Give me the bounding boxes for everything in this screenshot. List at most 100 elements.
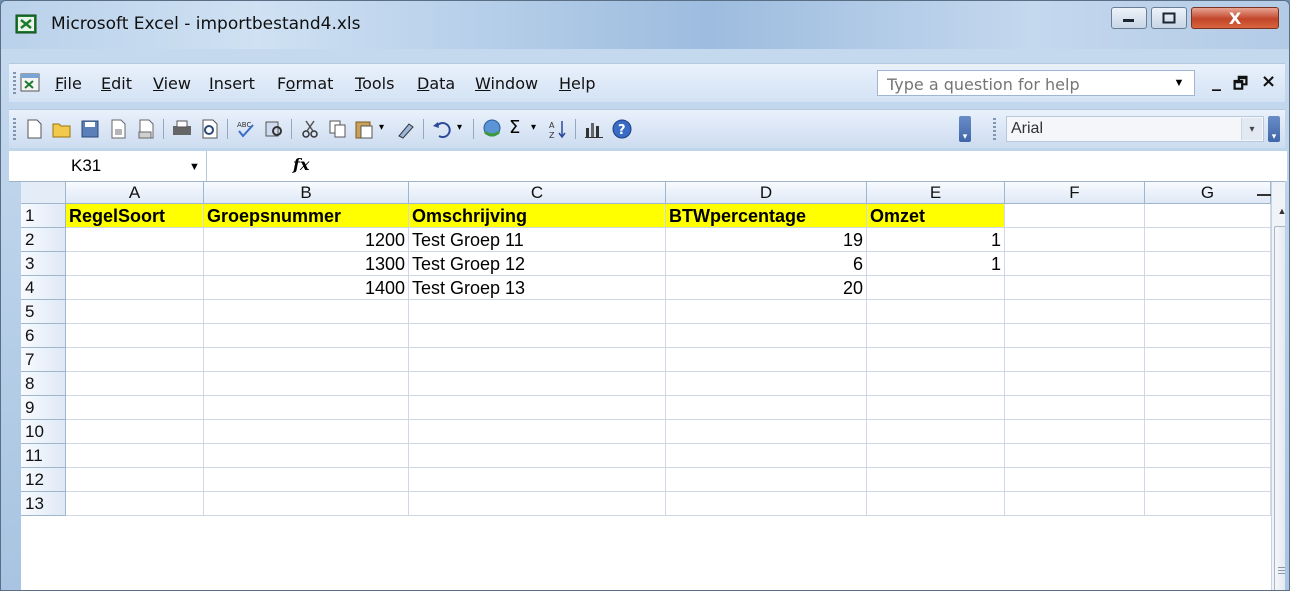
empty-cell[interactable]	[1145, 444, 1271, 468]
column-header-c[interactable]: C	[409, 182, 666, 204]
research-icon[interactable]	[263, 118, 285, 140]
empty-cell[interactable]	[66, 348, 204, 372]
empty-cell[interactable]	[409, 444, 666, 468]
row-header[interactable]: 13	[21, 492, 66, 516]
row-header[interactable]: 12	[21, 468, 66, 492]
empty-cell[interactable]	[204, 396, 409, 420]
menu-file[interactable]: File	[55, 74, 82, 93]
cell-e4[interactable]	[867, 276, 1005, 300]
copy-icon[interactable]	[327, 118, 349, 140]
cell-e2[interactable]: 1	[867, 228, 1005, 252]
menu-view[interactable]: View	[153, 74, 191, 93]
empty-cell[interactable]	[1005, 492, 1145, 516]
menu-data[interactable]: Data	[417, 74, 455, 93]
row-header[interactable]: 3	[21, 252, 66, 276]
empty-cell[interactable]	[1145, 348, 1271, 372]
vertical-scrollbar[interactable]: ▲	[1271, 182, 1285, 590]
cell-b4[interactable]: 1400	[204, 276, 409, 300]
empty-cell[interactable]	[867, 468, 1005, 492]
empty-cell[interactable]	[1005, 204, 1145, 228]
row-header[interactable]: 11	[21, 444, 66, 468]
menu-help[interactable]: Help	[559, 74, 595, 93]
cell-a3[interactable]	[66, 252, 204, 276]
empty-cell[interactable]	[867, 420, 1005, 444]
empty-cell[interactable]	[666, 396, 867, 420]
cell-a2[interactable]	[66, 228, 204, 252]
title-bar[interactable]: Microsoft Excel - importbestand4.xls X	[1, 1, 1289, 49]
workbook-icon[interactable]	[19, 73, 41, 93]
empty-cell[interactable]	[1005, 396, 1145, 420]
empty-cell[interactable]	[409, 372, 666, 396]
menu-insert[interactable]: Insert	[209, 74, 255, 93]
empty-cell[interactable]	[409, 468, 666, 492]
row-header[interactable]: 5	[21, 300, 66, 324]
empty-cell[interactable]	[1005, 372, 1145, 396]
empty-cell[interactable]	[666, 324, 867, 348]
empty-cell[interactable]	[666, 468, 867, 492]
empty-cell[interactable]	[1005, 276, 1145, 300]
empty-cell[interactable]	[666, 372, 867, 396]
doc-close-button[interactable]: ×	[1261, 71, 1276, 92]
empty-cell[interactable]	[1145, 372, 1271, 396]
empty-cell[interactable]	[66, 396, 204, 420]
empty-cell[interactable]	[409, 420, 666, 444]
row-header[interactable]: 9	[21, 396, 66, 420]
empty-cell[interactable]	[867, 492, 1005, 516]
name-box-dropdown-icon[interactable]: ▼	[189, 161, 200, 173]
formatting-grip-icon[interactable]	[993, 118, 996, 140]
empty-cell[interactable]	[1005, 324, 1145, 348]
empty-cell[interactable]	[1005, 300, 1145, 324]
empty-cell[interactable]	[409, 300, 666, 324]
save-icon[interactable]	[79, 118, 101, 140]
empty-cell[interactable]	[1145, 396, 1271, 420]
row-header[interactable]: 1	[21, 204, 66, 228]
empty-cell[interactable]	[1145, 492, 1271, 516]
cell-e3[interactable]: 1	[867, 252, 1005, 276]
name-box[interactable]: K31 ▼	[9, 151, 207, 181]
help-question-input[interactable]	[885, 72, 1127, 96]
empty-cell[interactable]	[204, 492, 409, 516]
cell-c1[interactable]: Omschrijving	[409, 204, 666, 228]
empty-cell[interactable]	[867, 396, 1005, 420]
empty-cell[interactable]	[666, 444, 867, 468]
empty-cell[interactable]	[666, 420, 867, 444]
empty-cell[interactable]	[66, 420, 204, 444]
row-header[interactable]: 8	[21, 372, 66, 396]
cut-icon[interactable]	[299, 118, 321, 140]
empty-cell[interactable]	[1145, 300, 1271, 324]
empty-cell[interactable]	[409, 348, 666, 372]
maximize-button[interactable]	[1151, 7, 1187, 29]
insert-function-icon[interactable]: fx	[293, 155, 309, 174]
empty-cell[interactable]	[1145, 468, 1271, 492]
empty-cell[interactable]	[204, 372, 409, 396]
permission-icon[interactable]	[107, 118, 129, 140]
menu-grip-icon[interactable]	[13, 72, 16, 94]
column-header-a[interactable]: A	[66, 182, 204, 204]
menu-edit[interactable]: Edit	[101, 74, 132, 93]
empty-cell[interactable]	[66, 300, 204, 324]
minimize-button[interactable]	[1111, 7, 1147, 29]
cell-b1[interactable]: Groepsnummer	[204, 204, 409, 228]
cell-b3[interactable]: 1300	[204, 252, 409, 276]
empty-cell[interactable]	[1005, 420, 1145, 444]
cell-c2[interactable]: Test Groep 11	[409, 228, 666, 252]
cell-d4[interactable]: 20	[666, 276, 867, 300]
undo-icon[interactable]	[431, 118, 453, 140]
empty-cell[interactable]	[1145, 276, 1271, 300]
cell-d1[interactable]: BTWpercentage	[666, 204, 867, 228]
empty-cell[interactable]	[409, 324, 666, 348]
row-header[interactable]: 2	[21, 228, 66, 252]
cell-b2[interactable]: 1200	[204, 228, 409, 252]
empty-cell[interactable]	[867, 300, 1005, 324]
menu-tools[interactable]: Tools	[355, 74, 394, 93]
empty-cell[interactable]	[409, 396, 666, 420]
empty-cell[interactable]	[204, 444, 409, 468]
sort-ascending-icon[interactable]: AZ	[547, 118, 569, 140]
empty-cell[interactable]	[1145, 252, 1271, 276]
format-painter-icon[interactable]	[395, 118, 417, 140]
help-dropdown-icon[interactable]: ▼	[1165, 71, 1193, 95]
cell-c3[interactable]: Test Groep 12	[409, 252, 666, 276]
cell-a1[interactable]: RegelSoort	[66, 204, 204, 228]
scroll-up-icon[interactable]: ▲	[1272, 200, 1285, 222]
empty-cell[interactable]	[867, 372, 1005, 396]
